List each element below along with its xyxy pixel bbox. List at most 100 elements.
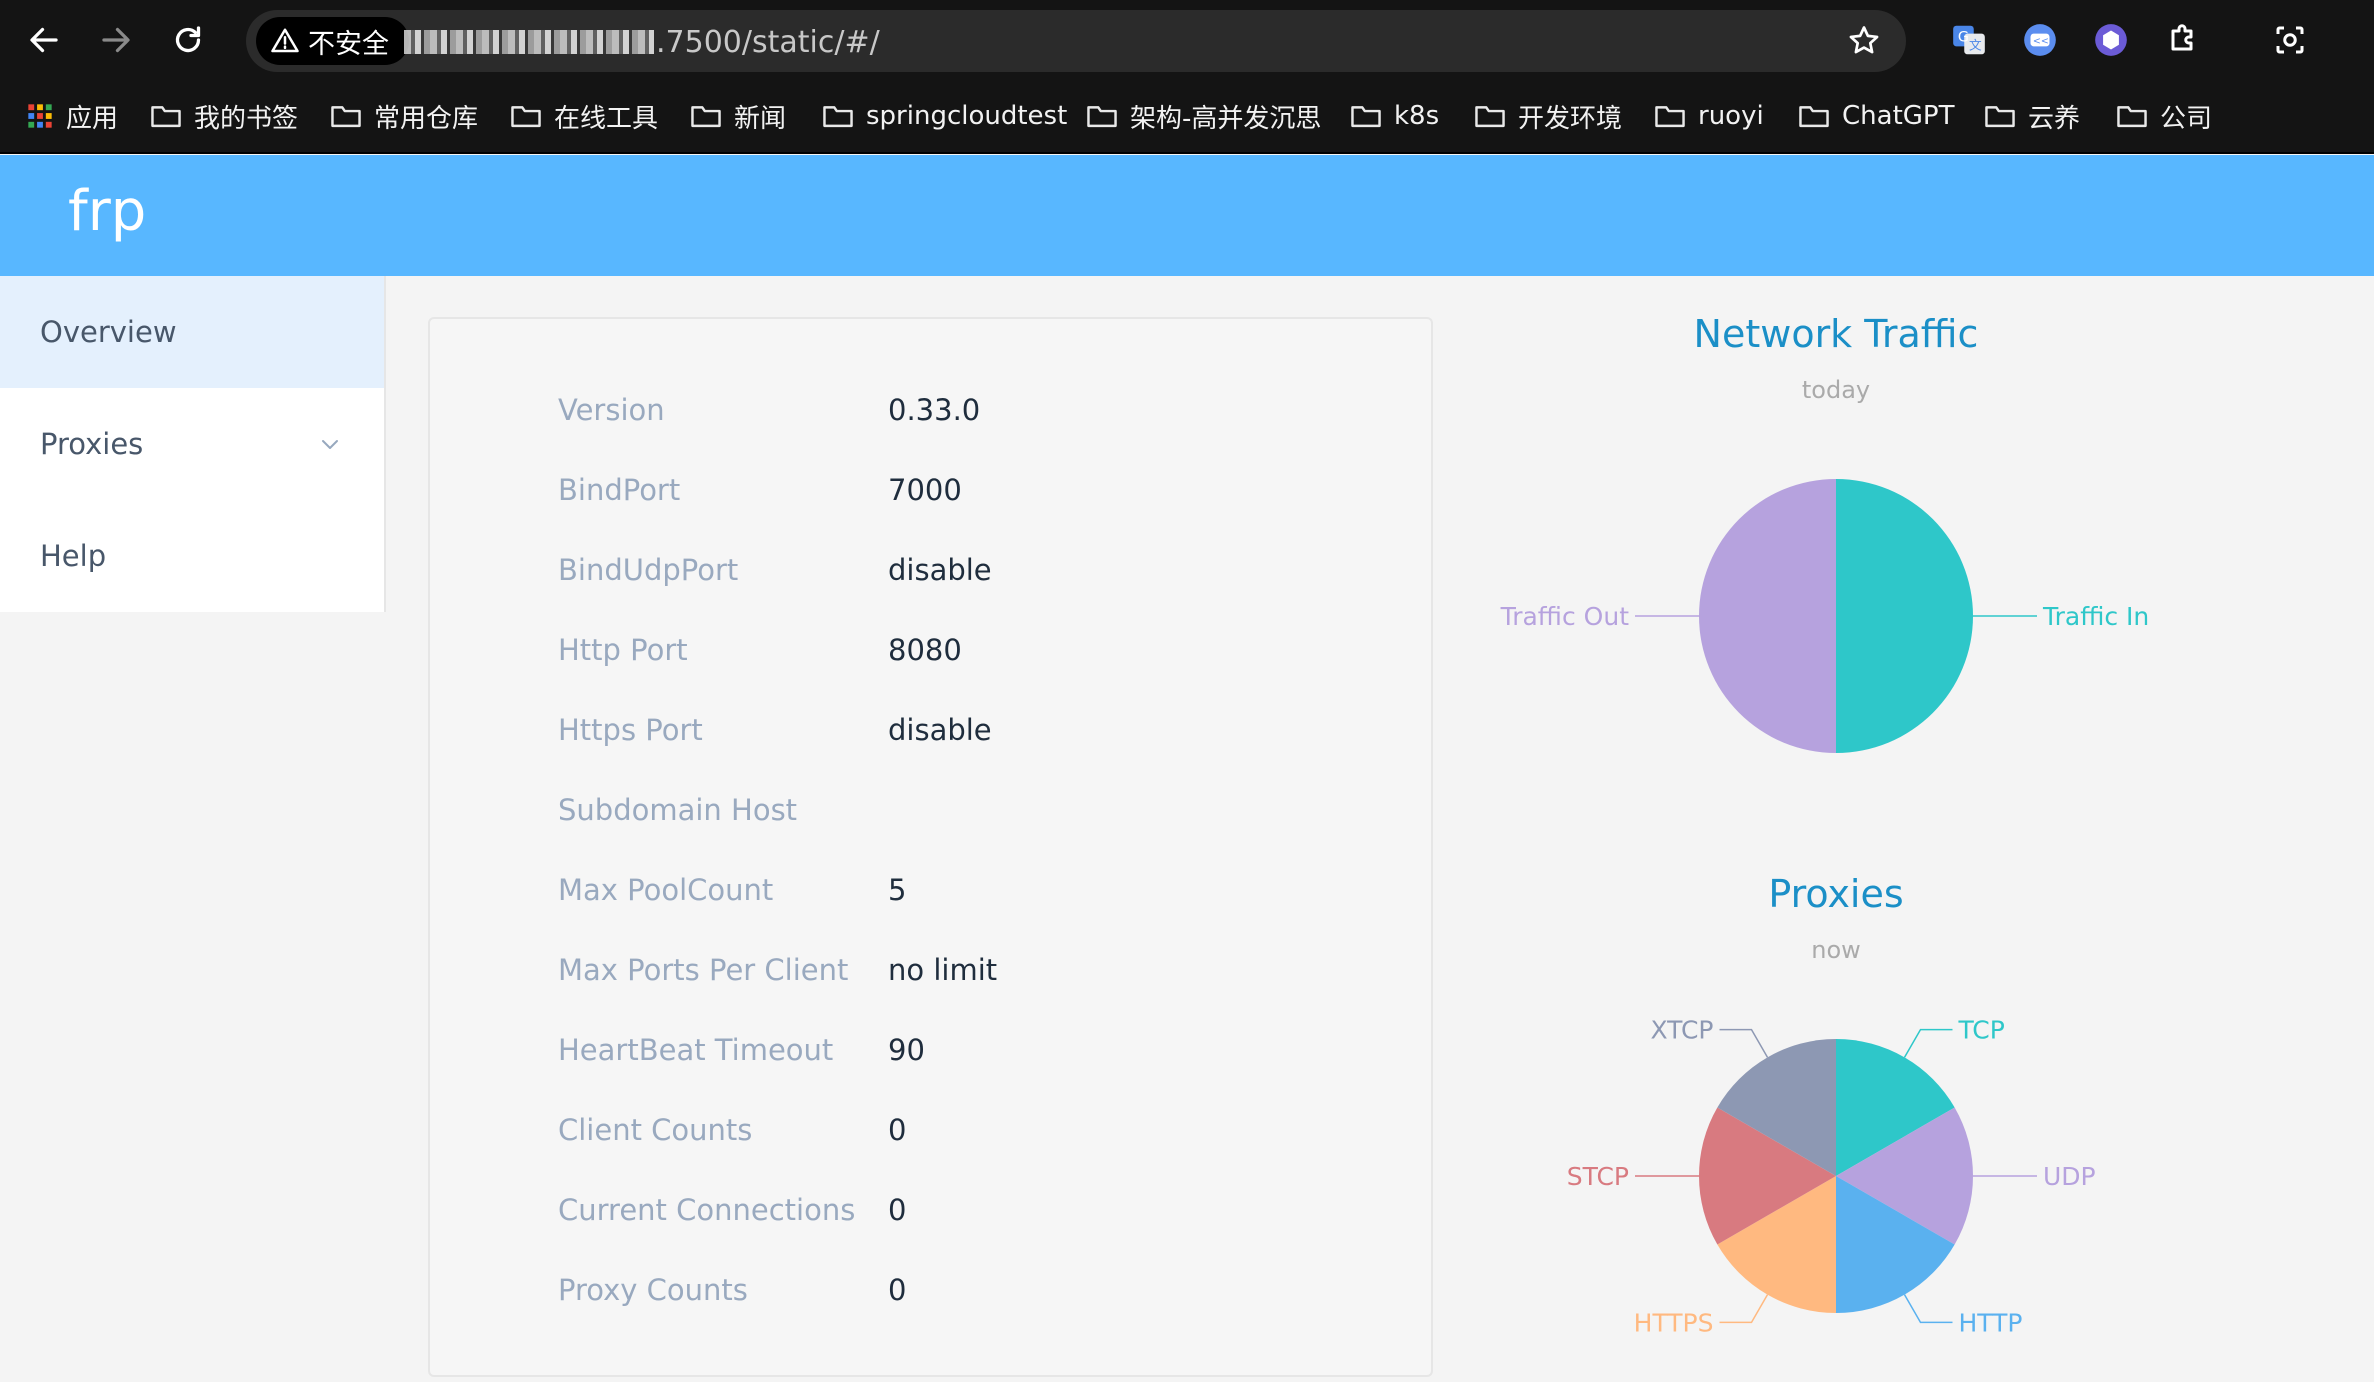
bookmark-folder[interactable]: 云养 xyxy=(1984,98,2080,134)
bookmark-folder[interactable]: 公司 xyxy=(2116,98,2212,134)
arrow-left-icon xyxy=(30,27,58,53)
extensions-puzzle-icon[interactable] xyxy=(2160,18,2204,62)
bookmark-label: ruoyi xyxy=(1698,101,1764,131)
info-value: 7000 xyxy=(888,473,962,507)
reload-button[interactable] xyxy=(164,16,212,64)
info-value: disable xyxy=(888,713,992,747)
traffic-pie-chart[interactable]: Traffic In Traffic Out xyxy=(1436,420,2236,820)
pie-label-http: HTTP xyxy=(1959,1308,2023,1337)
bookmark-label: 应用 xyxy=(66,103,119,134)
chat-extension-icon[interactable]: << xyxy=(2018,18,2062,62)
bookmark-folder[interactable]: 在线工具 xyxy=(510,98,658,134)
forward-button[interactable] xyxy=(92,16,140,64)
folder-icon xyxy=(1655,106,1685,128)
pie-slice-traffic-in[interactable] xyxy=(1836,479,1973,753)
bookmark-folder[interactable]: springcloudtest xyxy=(822,98,1067,134)
bookmark-folder[interactable]: ruoyi xyxy=(1654,98,1764,134)
folder-icon xyxy=(1351,106,1381,128)
server-info-card: Version 0.33.0 BindPort 7000 BindUdpPort di… xyxy=(428,317,1433,1377)
url-text[interactable]: .7500/static/#/ xyxy=(404,24,880,60)
bookmark-label: k8s xyxy=(1394,101,1440,131)
folder-icon xyxy=(1799,106,1829,128)
bookmark-label: 云养 xyxy=(2028,103,2081,134)
bookmark-label: 架构-高并发沉思 xyxy=(1130,103,1322,134)
bookmark-folder[interactable]: 常用仓库 xyxy=(330,98,478,134)
folder-icon xyxy=(331,106,361,128)
bookmark-folder[interactable]: 我的书签 xyxy=(150,98,298,134)
sidebar-item-label: Overview xyxy=(40,315,177,349)
address-bar[interactable]: 不安全 .7500/static/#/ xyxy=(246,10,1906,72)
info-label: Subdomain Host xyxy=(558,793,798,827)
svg-text:<<: << xyxy=(2033,36,2049,47)
info-row-current-connections: Current Connections 0 xyxy=(430,1185,1430,1245)
bookmark-label: springcloudtest xyxy=(866,101,1068,131)
info-value: 0 xyxy=(888,1193,907,1227)
info-value: 0 xyxy=(888,1273,907,1307)
info-row-heartbeat-timeout: HeartBeat Timeout 90 xyxy=(430,1025,1430,1085)
sidebar-item-overview[interactable]: Overview xyxy=(0,276,384,388)
svg-text:G: G xyxy=(1958,30,1969,46)
folder-icon xyxy=(823,106,853,128)
folder-icon xyxy=(691,106,721,128)
bookmark-label: 开发环境 xyxy=(1518,103,1623,134)
info-row-proxy-counts: Proxy Counts 0 xyxy=(430,1265,1430,1325)
brand-logo[interactable]: frp xyxy=(68,179,146,244)
pie-label-line xyxy=(1903,1294,1953,1324)
pie-label-line xyxy=(1719,1028,1769,1058)
info-label: Https Port xyxy=(558,713,703,747)
proxies-chart-title: Proxies xyxy=(1768,872,1904,916)
bookmark-label: 我的书签 xyxy=(194,103,299,134)
info-label: Proxy Counts xyxy=(558,1273,748,1307)
info-label: Max PoolCount xyxy=(558,873,774,907)
bookmark-folder[interactable]: ChatGPT xyxy=(1798,98,1954,134)
pie-label-stcp: STCP xyxy=(1567,1162,1629,1191)
bookmark-folder[interactable]: 架构-高并发沉思 xyxy=(1086,98,1321,134)
bookmark-folder[interactable]: 开发环境 xyxy=(1474,98,1622,134)
folder-icon xyxy=(1475,106,1505,128)
info-row-client-counts: Client Counts 0 xyxy=(430,1105,1430,1165)
folder-icon xyxy=(1985,106,2015,128)
info-value: disable xyxy=(888,553,992,587)
bookmark-star-icon[interactable] xyxy=(1846,23,1882,59)
info-label: BindUdpPort xyxy=(558,553,739,587)
pie-label-https: HTTPS xyxy=(1634,1308,1714,1337)
bookmark-label: 公司 xyxy=(2160,103,2213,134)
sidebar-item-label: Proxies xyxy=(40,427,144,461)
translate-extension-icon[interactable]: G文 xyxy=(1947,18,1991,62)
info-row-max-ports-per-client: Max Ports Per Client no limit xyxy=(430,945,1430,1005)
info-value: 8080 xyxy=(888,633,962,667)
bookmarks-bar: 应用 我的书签 常用仓库 在线工具 新闻 springcloudtest 架构-… xyxy=(0,80,2374,154)
screenshot-icon[interactable] xyxy=(2268,18,2312,62)
sidebar-item-help[interactable]: Help xyxy=(0,500,384,612)
info-row-version: Version 0.33.0 xyxy=(430,385,1430,445)
hex-extension-icon[interactable] xyxy=(2089,18,2133,62)
browser-toolbar: 不安全 .7500/static/#/ G文 << xyxy=(0,0,2374,80)
bookmark-folder[interactable]: k8s xyxy=(1350,98,1439,134)
bookmark-label: ChatGPT xyxy=(1842,101,1955,131)
proxies-pie-chart[interactable]: TCP UDP HTTP HTTPS STCP XTCP xyxy=(1436,980,2236,1380)
back-button[interactable] xyxy=(20,16,68,64)
pie-label-tcp: TCP xyxy=(1958,1016,2005,1045)
pie-label-udp: UDP xyxy=(2043,1162,2096,1191)
info-label: Current Connections xyxy=(558,1193,856,1227)
sidebar-item-proxies[interactable]: Proxies xyxy=(0,388,384,500)
bookmark-label: 在线工具 xyxy=(554,103,659,134)
pie-label-traffic-out: Traffic Out xyxy=(1500,602,1630,631)
bookmark-label: 新闻 xyxy=(734,103,787,134)
app-header: frp xyxy=(0,155,2374,276)
traffic-chart-title: Network Traffic xyxy=(1693,312,1979,356)
security-indicator[interactable]: 不安全 xyxy=(256,17,409,65)
url-redacted-host xyxy=(404,30,654,54)
traffic-chart-subtitle: today xyxy=(1801,376,1871,404)
bookmark-apps[interactable]: 应用 xyxy=(26,98,118,134)
info-row-bindport: BindPort 7000 xyxy=(430,465,1430,525)
chevron-down-icon xyxy=(322,440,338,449)
info-row-bindudpport: BindUdpPort disable xyxy=(430,545,1430,605)
pie-slice-traffic-out[interactable] xyxy=(1699,479,1836,753)
info-label: Http Port xyxy=(558,633,688,667)
bookmark-folder[interactable]: 新闻 xyxy=(690,98,786,134)
arrow-right-icon xyxy=(102,27,130,53)
info-label: HeartBeat Timeout xyxy=(558,1033,834,1067)
sidebar-menu: Overview Proxies Help xyxy=(0,276,386,612)
info-label: Client Counts xyxy=(558,1113,753,1147)
